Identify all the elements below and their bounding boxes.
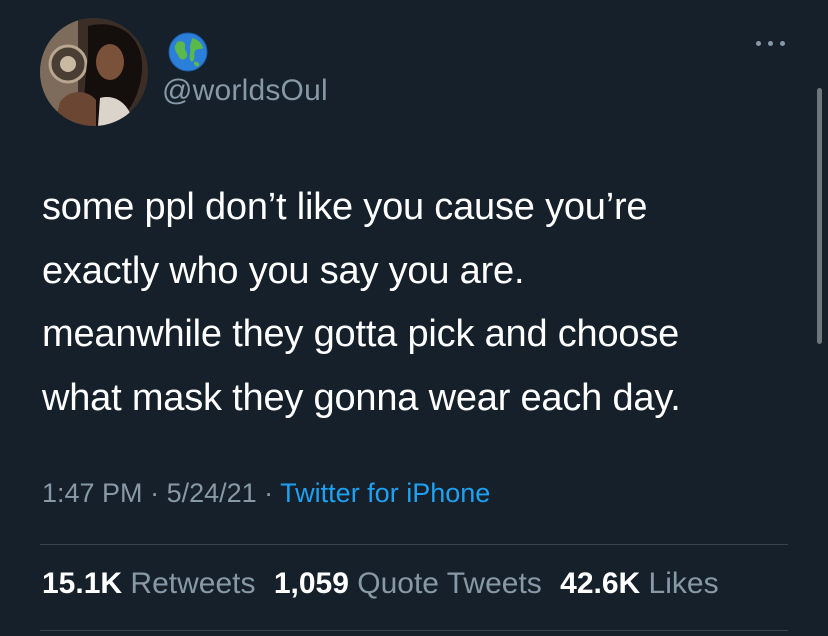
tweet-card: @worldsOul some ppl don’t like you cause… xyxy=(0,0,828,636)
retweets-count: 15.1K xyxy=(42,567,123,600)
likes-stat[interactable]: 42.6K Likes xyxy=(560,567,718,601)
tweet-meta: 1:47 PM · 5/24/21 · Twitter for iPhone xyxy=(42,478,490,509)
likes-count: 42.6K xyxy=(560,567,641,600)
globe-icon xyxy=(168,32,208,72)
avatar-image xyxy=(40,18,148,126)
retweets-stat[interactable]: 15.1K Retweets xyxy=(42,567,255,601)
scrollbar[interactable] xyxy=(817,88,822,344)
quote-tweets-stat[interactable]: 1,059 Quote Tweets xyxy=(274,567,542,601)
tweet-text: some ppl don’t like you cause you’re exa… xyxy=(42,176,802,430)
quote-tweets-count: 1,059 xyxy=(273,567,349,600)
meta-separator: · xyxy=(142,478,167,508)
author-handle[interactable]: @worldsOul xyxy=(162,74,328,108)
tweet-source-link[interactable]: Twitter for iPhone xyxy=(280,478,490,508)
tweet-text-line: what mask they gonna wear each day. xyxy=(42,376,681,419)
divider xyxy=(40,630,788,631)
tweet-text-line: exactly who you say you are. xyxy=(42,249,525,292)
tweet-text-line: meanwhile they gotta pick and choose xyxy=(42,313,680,355)
more-options-icon[interactable] xyxy=(754,36,788,50)
tweet-text-line: some ppl don’t like you cause you’re xyxy=(42,186,648,228)
meta-separator: · xyxy=(256,478,281,508)
avatar[interactable] xyxy=(40,18,148,126)
quote-tweets-label: Quote Tweets xyxy=(357,567,542,600)
likes-label: Likes xyxy=(648,567,719,600)
tweet-time[interactable]: 1:47 PM xyxy=(42,478,143,508)
divider xyxy=(40,544,788,545)
retweets-label: Retweets xyxy=(130,567,256,600)
tweet-date[interactable]: 5/24/21 xyxy=(167,478,257,508)
tweet-stats: 15.1K Retweets 1,059 Quote Tweets 42.6K … xyxy=(42,567,729,601)
